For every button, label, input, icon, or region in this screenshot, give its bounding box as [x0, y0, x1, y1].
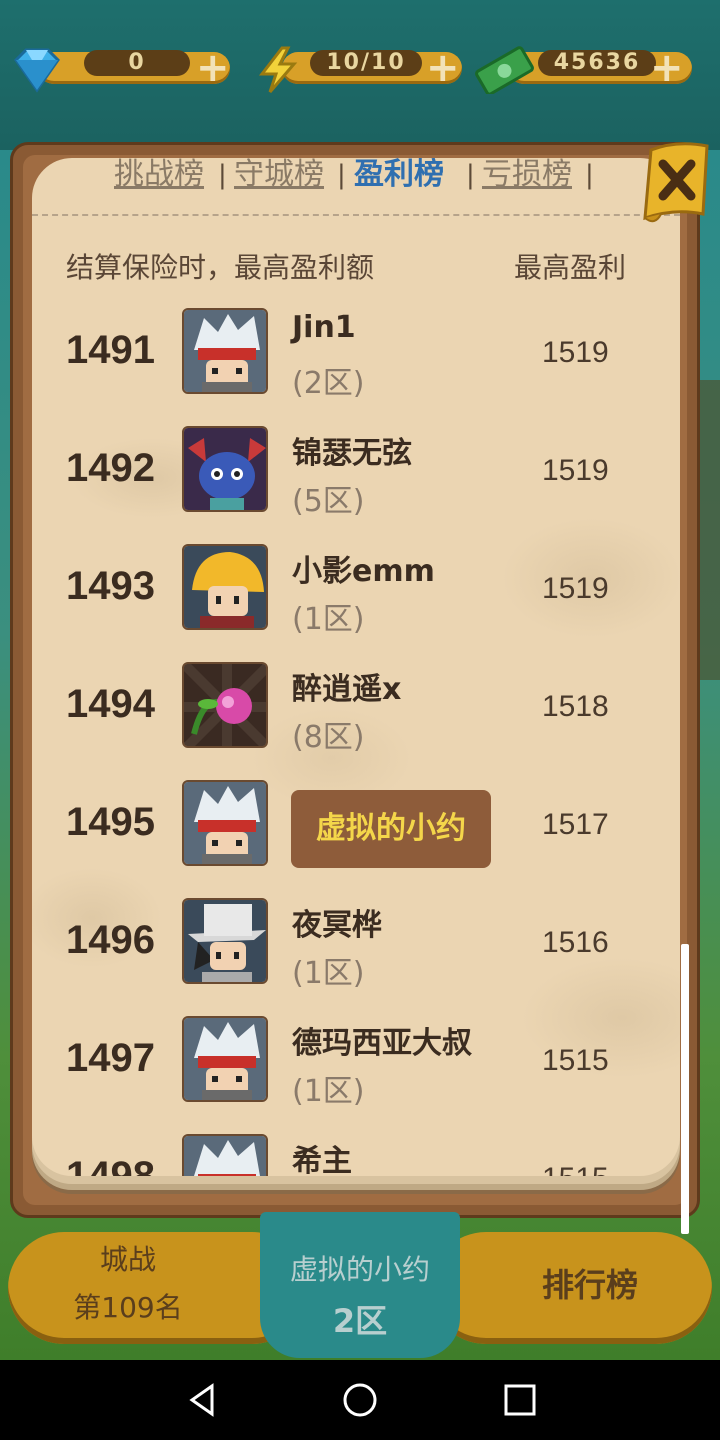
row-score: 1519: [542, 454, 609, 487]
leaderboard-row[interactable]: 1497 德玛西亚大叔 (1区) 1515: [32, 1016, 680, 1134]
tab-separator: |: [337, 160, 346, 190]
tab-profit[interactable]: 盈利榜: [354, 158, 444, 192]
player-name: 小影emm: [292, 554, 435, 589]
diamond-icon: [14, 48, 60, 93]
player-zone: (1区): [292, 602, 365, 637]
leaderboard-button[interactable]: 排行榜: [430, 1232, 712, 1344]
tab-separator: |: [218, 160, 227, 190]
player-name: 希主: [292, 1144, 352, 1176]
player-avatar[interactable]: [182, 662, 268, 748]
scrollbar[interactable]: [681, 944, 689, 1234]
tab-separator: |: [585, 160, 594, 190]
column-header-max-profit: 最高盈利: [514, 251, 627, 284]
lightning-icon: [258, 46, 298, 93]
player-avatar[interactable]: [182, 1016, 268, 1102]
row-score: 1517: [542, 808, 609, 841]
leaderboard-paper: 挑战榜 | 守城榜 | 盈利榜 | 亏损榜 | 结算保险时，最高盈利额 最高盈利…: [32, 158, 680, 1176]
player-zone: 2区: [332, 1302, 388, 1340]
player-zone: (1区): [292, 956, 365, 991]
player-name: 虚拟的小约: [289, 1253, 430, 1286]
energy-counter: 10/10 +: [256, 46, 462, 93]
tab-separator: |: [466, 160, 475, 190]
tab-defense[interactable]: 守城榜: [234, 158, 324, 192]
add-cash-button[interactable]: +: [650, 48, 684, 88]
row-rank: 1497: [66, 1036, 155, 1080]
player-avatar[interactable]: [182, 544, 268, 630]
diamond-counter: 0 +: [8, 46, 230, 93]
player-avatar[interactable]: [182, 426, 268, 512]
leaderboard-row[interactable]: 1496 夜冥桦 (1区) 1516: [32, 898, 680, 1016]
row-rank: 1498: [66, 1154, 155, 1176]
player-zone: (2区): [292, 366, 365, 401]
tab-loss[interactable]: 亏损榜: [482, 158, 572, 192]
player-avatar[interactable]: [182, 898, 268, 984]
player-name: 锦瑟无弦: [292, 436, 412, 471]
row-rank: 1493: [66, 564, 155, 608]
row-rank: 1495: [66, 800, 155, 844]
add-diamond-button[interactable]: +: [196, 48, 230, 88]
player-name: 夜冥桦: [292, 908, 382, 943]
player-plate: 虚拟的小约 2区: [260, 1212, 460, 1358]
leaderboard-row[interactable]: 1492 锦瑟无弦 (5区) 1519: [32, 426, 680, 544]
cash-icon: [475, 46, 534, 94]
self-name-badge: 虚拟的小约: [291, 790, 491, 868]
row-score: 1519: [542, 572, 609, 605]
row-rank: 1492: [66, 446, 155, 490]
row-score: 1515: [542, 1044, 609, 1077]
leaderboard-row-self[interactable]: 1495 虚拟的小约 1517: [32, 780, 680, 898]
row-score: 1519: [542, 336, 609, 369]
back-icon[interactable]: [184, 1382, 220, 1418]
energy-value: 10/10: [310, 50, 422, 76]
city-battle-title: 城战: [99, 1243, 156, 1276]
row-score: 1518: [542, 690, 609, 723]
player-name: Jin1: [292, 310, 356, 345]
player-avatar[interactable]: [182, 780, 268, 866]
system-nav-bar: [0, 1360, 720, 1440]
leaderboard-row[interactable]: 1493 小影emm (1区) 1519: [32, 544, 680, 662]
close-icon[interactable]: [641, 140, 713, 228]
player-avatar[interactable]: [182, 308, 268, 394]
tab-divider: [32, 214, 680, 216]
cash-counter: 45636 +: [472, 46, 692, 94]
row-rank: 1496: [66, 918, 155, 962]
diamond-value: 0: [84, 50, 190, 76]
row-score: 1515: [542, 1162, 609, 1176]
row-rank: 1491: [66, 328, 155, 372]
leaderboard-label: 排行榜: [541, 1266, 638, 1304]
leaderboard-row[interactable]: 1498希主(1区)1515: [32, 1134, 680, 1176]
row-score: 1516: [542, 926, 609, 959]
home-icon[interactable]: [342, 1382, 378, 1418]
row-rank: 1494: [66, 682, 155, 726]
tab-challenge[interactable]: 挑战榜: [114, 158, 204, 192]
leaderboard-row[interactable]: 1491 Jin1 (2区) 1519: [32, 308, 680, 426]
recents-icon[interactable]: [502, 1382, 538, 1418]
city-battle-rank: 第109名: [73, 1291, 183, 1324]
add-energy-button[interactable]: +: [426, 48, 460, 88]
player-name: 德玛西亚大叔: [292, 1026, 472, 1061]
tab-bar: 挑战榜 | 守城榜 | 盈利榜 | 亏损榜 |: [32, 158, 594, 210]
player-name: 醉逍遥x: [292, 672, 402, 707]
column-header-description: 结算保险时，最高盈利额: [66, 251, 375, 284]
player-zone: (1区): [292, 1074, 365, 1109]
cash-value: 45636: [538, 50, 656, 76]
player-zone: (5区): [292, 484, 365, 519]
leaderboard-row[interactable]: 1494 醉逍遥x (8区) 1518: [32, 662, 680, 780]
bottom-bar: 城战 第109名 排行榜 虚拟的小约 2区: [0, 1212, 720, 1360]
player-zone: (8区): [292, 720, 365, 755]
player-avatar[interactable]: [182, 1134, 268, 1176]
